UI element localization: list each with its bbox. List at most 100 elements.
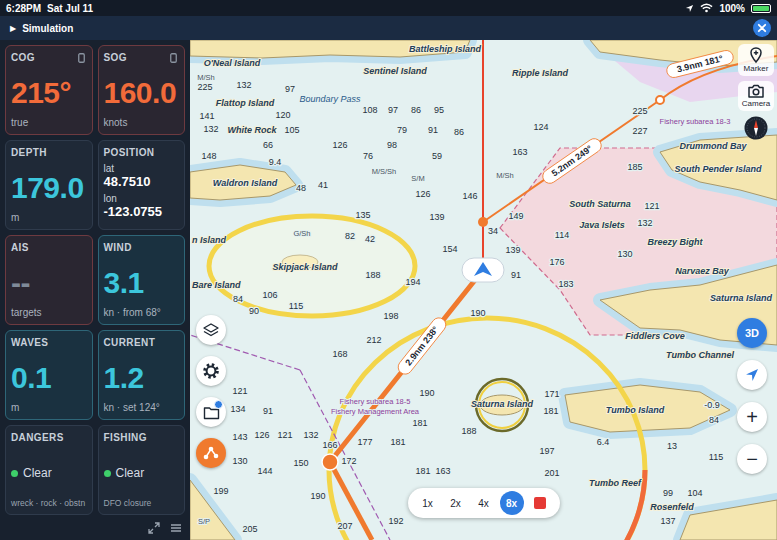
depth-sounding: 9.4 [269,157,282,167]
coordinate-value: 48.7510 [104,174,180,189]
expand-icon[interactable] [148,522,160,534]
layers-button[interactable] [196,315,226,345]
route-label: 3.9nm 181° [665,49,734,79]
route-button[interactable] [196,438,226,468]
tile-unit: knots [104,117,180,128]
camera-button[interactable]: Camera [738,81,774,111]
instrument-tile[interactable]: DEPTH 179.0 m [5,140,93,230]
route-label: 2.9nm 238° [395,315,448,377]
seabed-type: M/S/Sh [372,167,397,176]
depth-sounding: 185 [627,162,642,172]
depth-sounding: 120 [275,110,290,120]
battery-icon [751,4,771,13]
land [190,480,235,540]
layers-icon [203,322,219,338]
status-text: Clear [23,466,52,480]
instrument-tile[interactable]: FISHING Clear DFO closure [98,425,186,515]
speed-button[interactable]: 4x [472,491,496,515]
depth-sounding: 91 [428,125,438,135]
route-leg[interactable] [330,270,483,462]
place-name: O'Neal Island [204,58,261,68]
depth-sounding: 41 [318,180,328,190]
svg-text:5.2nm 249°: 5.2nm 249° [550,143,595,178]
files-button[interactable] [196,397,226,427]
depth-sounding: -0.9 [704,400,720,410]
instrument-tile[interactable]: POSITION lat 48.7510lon -123.0755 [98,140,186,230]
tile-label: SOG [104,52,180,64]
place-name: Narvaez Bay [675,266,730,276]
speed-button[interactable]: 8x [500,491,524,515]
depth-sounding: 79 [397,125,407,135]
restricted-area [590,40,777,102]
depth-sounding: 166 [322,440,337,450]
depth-sounding: 207 [337,521,352,531]
depth-sounding: 126 [332,140,347,150]
compass-icon[interactable] [744,116,768,140]
depth-sounding: 163 [512,147,527,157]
speed-button[interactable]: 1x [416,491,440,515]
instrument-tile[interactable]: AIS -- targets [5,235,93,325]
instrument-panel: COG 215° trueSOG 160.0 knotsDEPTH 179.0 … [0,40,190,540]
depth-sounding: 183 [558,279,573,289]
status-row: Clear [11,466,87,480]
waypoint[interactable] [322,454,338,470]
place-name: Flattop Island [216,98,275,108]
camera-icon [747,83,765,99]
simulation-toggle[interactable]: ▶ Simulation [10,23,73,34]
depth-sounding: 134 [230,404,245,414]
tile-value: 160.0 [104,78,180,108]
battery-percent: 100% [719,3,745,14]
locate-button[interactable] [737,360,767,390]
area-label: Fishery Management Area [331,407,420,416]
depth-sounding: 154 [442,244,457,254]
tile-value: 0.1 [11,363,87,393]
tile-label: DEPTH [11,147,87,159]
list-icon[interactable] [170,522,182,534]
depth-sounding: 6.4 [597,437,610,447]
depth-sounding: 144 [257,466,272,476]
stop-button[interactable] [528,491,552,515]
seabed-type: M/Sh [496,171,514,180]
instrument-tile[interactable]: DANGERS Clear wreck · rock · obstn [5,425,93,515]
zoom-out-button[interactable]: − [737,444,767,474]
waypoint[interactable] [478,217,488,227]
zoom-in-button[interactable]: + [737,402,767,432]
depth-sounding: 181 [390,437,405,447]
instrument-tile[interactable]: WAVES 0.1 m [5,330,93,420]
depth-sounding: 150 [293,458,308,468]
depth-sounding: 104 [687,488,702,498]
depth-sounding: 194 [405,277,420,287]
3d-button[interactable]: 3D [737,318,767,348]
depth-sounding: 192 [388,516,403,526]
speed-button[interactable]: 2x [444,491,468,515]
vessel-icon[interactable] [462,258,504,282]
instrument-tile[interactable]: COG 215° true [5,45,93,135]
instrument-tile[interactable]: WIND 3.1 kn · from 68° [98,235,186,325]
tile-value: 3.1 [104,268,180,298]
land [565,385,730,432]
chart-map[interactable]: 2251329714112010897869513210579918698126… [190,40,777,540]
route-leg[interactable] [483,100,660,222]
marker-icon [747,46,765,64]
files-badge [214,400,223,409]
depth-sounding: 225 [197,82,212,92]
settings-button[interactable] [196,356,226,386]
depth-sounding: 146 [462,191,477,201]
depth-sounding: 227 [632,126,647,136]
depth-sounding: 181 [543,406,558,416]
pinned-icon [170,53,177,63]
depth-sounding: 97 [388,105,398,115]
simulation-label: Simulation [22,23,73,34]
depth-sounding: 126 [415,189,430,199]
place-name: Sentinel Island [363,66,427,76]
waypoint[interactable] [656,96,664,104]
instrument-tile[interactable]: SOG 160.0 knots [98,45,186,135]
svg-text:3.9nm 181°: 3.9nm 181° [676,53,725,74]
instrument-tile[interactable]: CURRENT 1.2 kn · set 124° [98,330,186,420]
depth-sounding: 48 [296,183,306,193]
marker-button[interactable]: Marker [738,44,774,76]
nautical-chart[interactable]: 2251329714112010897869513210579918698126… [190,40,777,540]
depth-sounding: 34 [488,226,498,236]
depth-sounding: 177 [357,437,372,447]
close-icon[interactable] [753,19,771,37]
